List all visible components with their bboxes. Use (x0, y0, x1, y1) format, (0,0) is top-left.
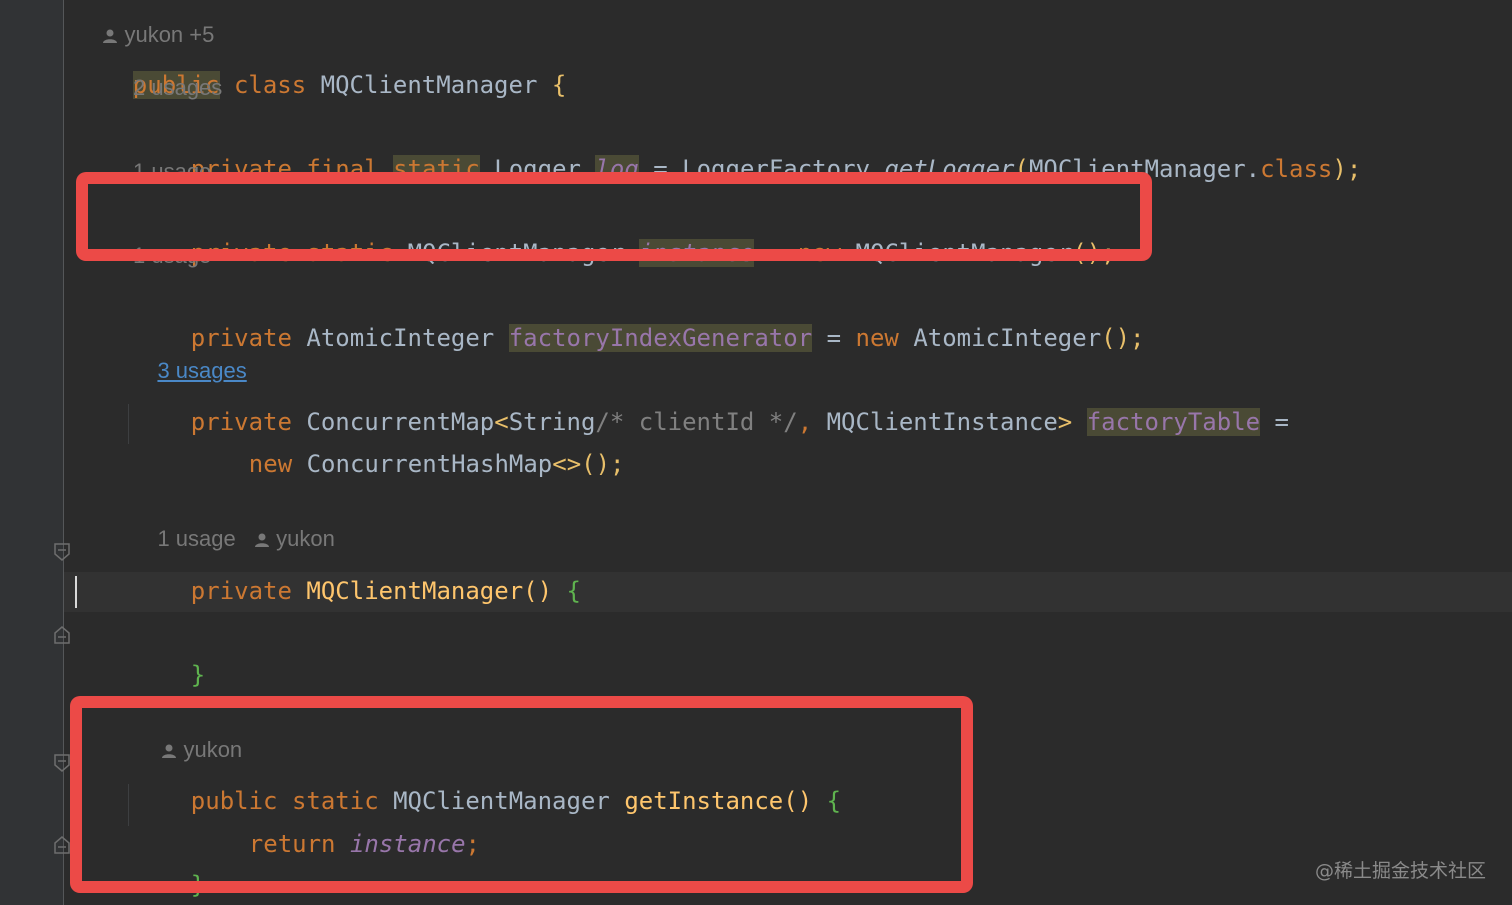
type-name: MQClientInstance (826, 408, 1058, 436)
watermark: @稀土掘金技术社区 (1314, 860, 1486, 882)
type-name: AtomicInteger (306, 324, 495, 352)
angle-bracket: <> (552, 450, 582, 478)
operator: = (1274, 408, 1289, 436)
brace: { (566, 577, 581, 605)
keyword-new: new (855, 324, 899, 352)
brace: { (551, 71, 567, 99)
constructor-call: AtomicInteger (913, 324, 1102, 352)
fold-icon[interactable] (54, 543, 70, 561)
paren: ); (1332, 155, 1362, 183)
code-line-ctor-close[interactable]: } (133, 615, 205, 689)
constructor-name: MQClientManager (306, 577, 524, 605)
annotation-box-getinstance (70, 696, 973, 893)
code-line-logger[interactable]: private final static Logger log = Logger… (133, 109, 1361, 183)
paren: () (523, 577, 553, 605)
usages-hint[interactable]: 2 usages (133, 73, 222, 103)
paren: (); (1101, 324, 1145, 352)
code-editor[interactable]: yukon +5 public class MQClientManager { … (0, 0, 1512, 905)
comma: , (797, 408, 813, 436)
code-line-factory-index[interactable]: private AtomicInteger factoryIndexGenera… (133, 278, 1145, 352)
indent-guide (128, 404, 129, 444)
constructor-call: ConcurrentHashMap (306, 450, 553, 478)
inline-comment: /* clientId */ (595, 408, 798, 436)
usages-hint-link[interactable]: 3 usages (133, 326, 246, 383)
fold-icon[interactable] (54, 626, 70, 644)
code-line-factory-table[interactable]: private ConcurrentMap<String/* clientId … (133, 362, 1289, 436)
keyword-new: new (248, 450, 293, 478)
fold-icon[interactable] (54, 836, 70, 854)
keyword-class: class (1260, 155, 1333, 183)
text-caret (75, 576, 77, 608)
angle-bracket: > (1057, 408, 1073, 436)
keyword-class: class (233, 71, 307, 99)
class-name: MQClientManager (320, 71, 538, 99)
code-line-factory-table-cont[interactable]: new ConcurrentHashMap<>(); (191, 404, 625, 478)
annotation-box-instance-field (76, 172, 1152, 261)
field-factory-index-generator: factoryIndexGenerator (508, 324, 813, 352)
usages-author-hint[interactable]: 1 usage yukon (133, 494, 334, 551)
operator: = (826, 324, 842, 352)
code-line-class-decl[interactable]: public class MQClientManager { (75, 25, 566, 99)
field-factory-table: factoryTable (1086, 408, 1261, 436)
fold-icon[interactable] (54, 754, 70, 772)
author-hint[interactable]: yukon +5 (78, 0, 214, 47)
keyword-private: private (190, 577, 292, 605)
brace: } (190, 661, 206, 689)
paren: (); (581, 450, 625, 478)
code-line-ctor-decl[interactable]: private MQClientManager() { (133, 531, 581, 605)
